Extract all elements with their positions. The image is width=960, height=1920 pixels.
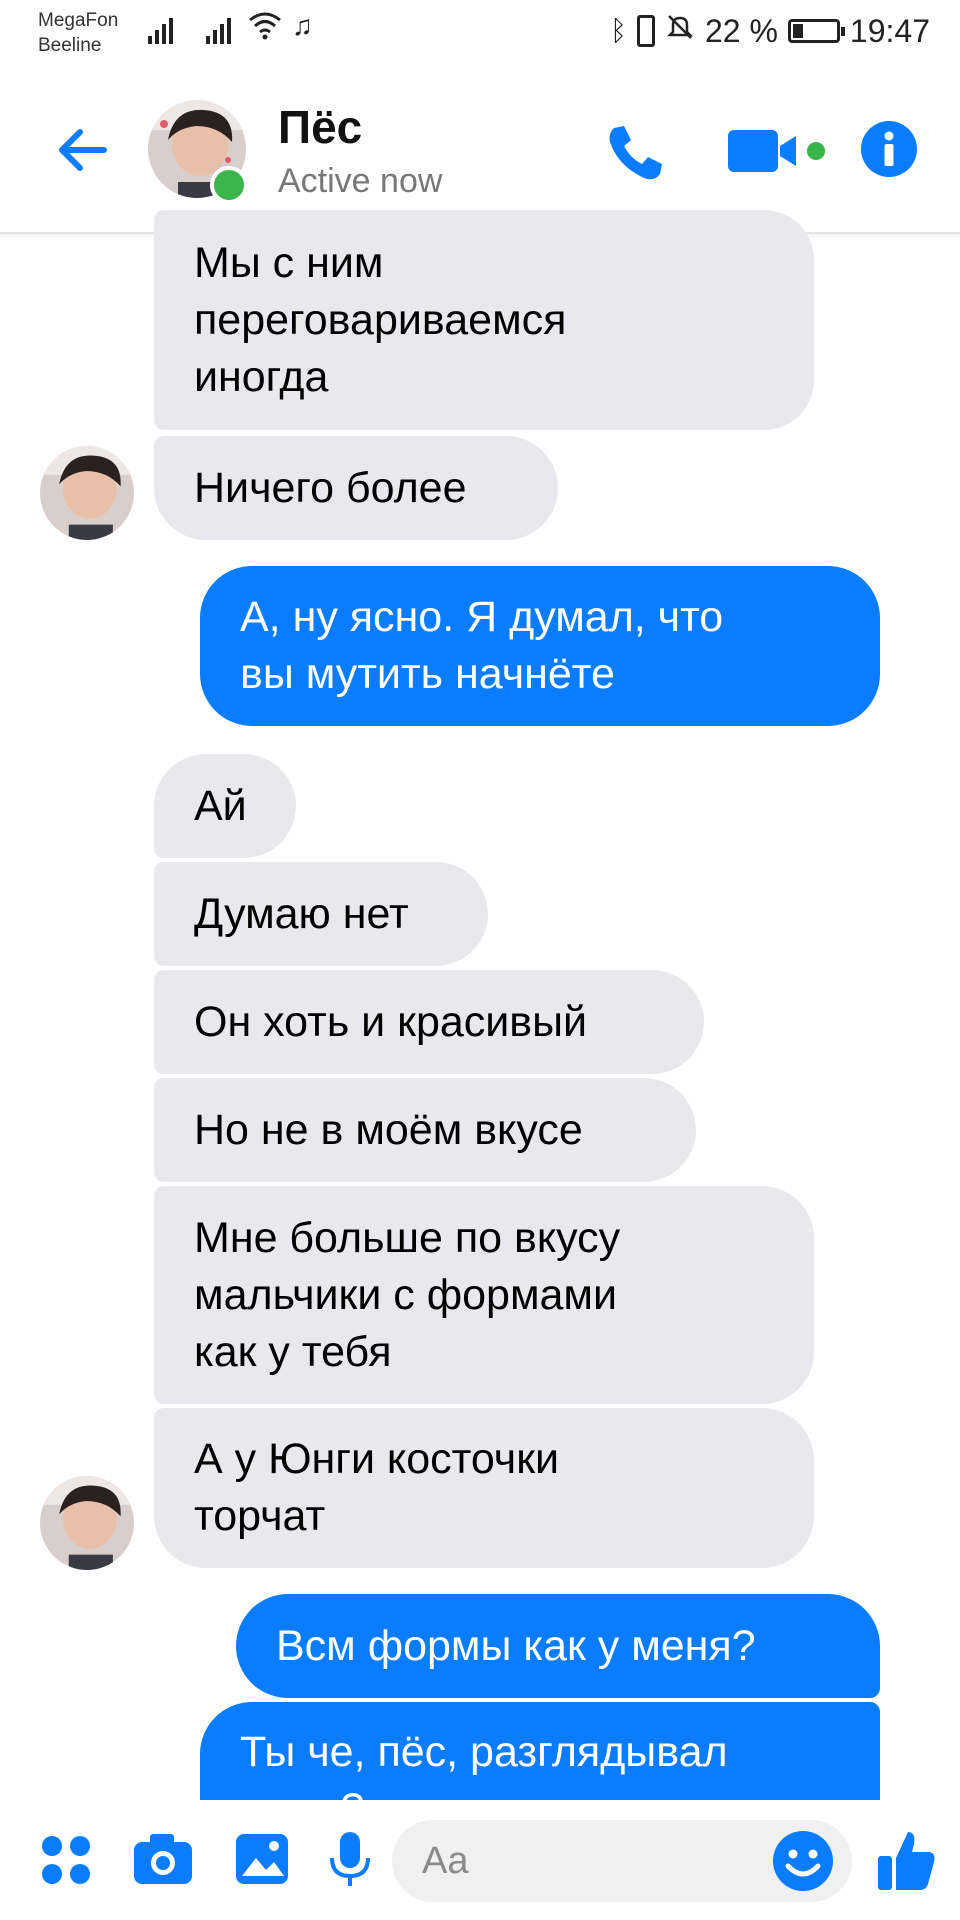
message-input-placeholder: Aa [422,1840,469,1882]
music-icon: ♫ [292,10,313,41]
like-icon[interactable] [876,1828,938,1897]
emoji-icon[interactable] [772,1830,834,1897]
bluetooth-icon: ᛒ [610,15,627,46]
message-bubble-incoming[interactable]: Мне больше по вкусу мальчики с формами к… [154,1186,814,1404]
status-bar: MegaFon Beeline ♫ ᛒ 22 % 19:47 [0,0,960,62]
message-bubble-incoming[interactable]: Он хоть и красивый [154,970,704,1074]
message-bubble-incoming[interactable]: А у Юнги косточки торчат [154,1408,814,1568]
clock: 19:47 [849,12,930,49]
menu-dots-icon[interactable] [40,1834,92,1891]
battery-icon [787,19,845,43]
message-input[interactable]: Aa [392,1820,852,1902]
video-call-icon[interactable] [728,126,826,181]
info-icon[interactable] [860,120,918,183]
signal-icon [206,16,231,44]
carrier-1: MegaFon [38,10,119,31]
composer-bar: Aa [0,1800,960,1920]
phone-call-icon[interactable] [604,122,666,189]
status-right: ᛒ 22 % 19:47 [610,12,930,50]
message-bubble-outgoing[interactable]: Всм формы как у меня? [236,1594,880,1698]
online-indicator [210,166,248,204]
contact-status: Active now [278,162,443,200]
message-bubble-incoming[interactable]: Мы с ним переговариваемся иногда [154,210,814,430]
sender-avatar [40,446,134,540]
back-arrow-icon[interactable] [54,122,110,178]
mute-bell-icon [665,12,695,50]
gallery-icon[interactable] [234,1832,290,1891]
battery-percent: 22 % [704,12,778,49]
signal-icon [148,16,173,44]
carrier-info: MegaFon Beeline [38,8,118,58]
microphone-icon[interactable] [328,1830,372,1895]
sender-avatar [40,1476,134,1570]
camera-icon[interactable] [132,1832,194,1891]
chat-header: Пёс Active now [0,62,960,234]
message-bubble-incoming[interactable]: Но не в моём вкусе [154,1078,696,1182]
message-bubble-incoming[interactable]: Думаю нет [154,862,488,966]
contact-name[interactable]: Пёс [278,100,362,154]
wifi-icon [248,10,282,47]
carrier-2: Beeline [38,35,102,56]
vibrate-icon [636,15,655,47]
message-bubble-outgoing[interactable]: А, ну ясно. Я думал, что вы мутить начнё… [200,566,880,726]
message-bubble-incoming[interactable]: Ай [154,754,296,858]
message-bubble-incoming[interactable]: Ничего более [154,436,558,540]
